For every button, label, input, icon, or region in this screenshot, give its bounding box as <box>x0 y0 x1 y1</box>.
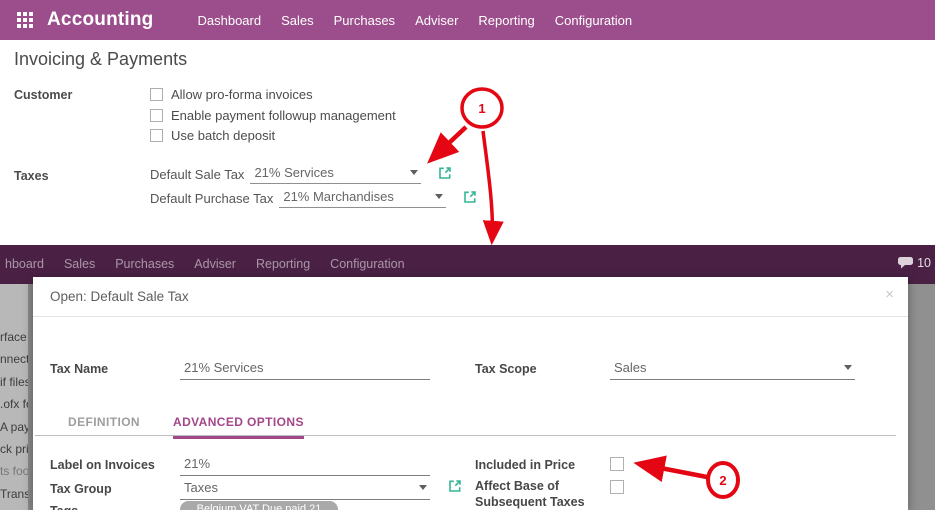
customer-section-label: Customer <box>14 88 72 102</box>
annotation-arrow-to-dialog <box>483 131 492 240</box>
nav-configuration[interactable]: Configuration <box>330 257 404 271</box>
chevron-down-icon[interactable] <box>410 170 418 175</box>
included-in-price-checkbox[interactable] <box>610 457 624 471</box>
batch-deposit-checkbox[interactable] <box>150 129 163 142</box>
label-on-invoices-label: Label on Invoices <box>50 458 155 472</box>
annotation-arrow-to-external-link <box>432 127 466 159</box>
external-link-icon[interactable] <box>463 190 477 207</box>
default-purchase-tax-label: Default Purchase Tax <box>150 191 273 206</box>
payment-followup-checkbox[interactable] <box>150 109 163 122</box>
tax-group-select[interactable]: Taxes <box>180 479 430 499</box>
tax-scope-select[interactable]: Sales <box>610 359 855 379</box>
nav-sales[interactable]: Sales <box>64 257 95 271</box>
label-on-invoices-input[interactable]: 21% <box>180 455 430 475</box>
checkbox-row: Use batch deposit <box>150 128 275 143</box>
allow-proforma-checkbox[interactable] <box>150 88 163 101</box>
main-nav: Dashboard Sales Purchases Adviser Report… <box>198 13 633 28</box>
checkbox-row: Enable payment followup management <box>150 108 396 123</box>
taxes-section-label: Taxes <box>14 169 49 183</box>
affect-base-label-line1: Affect Base of <box>475 479 559 493</box>
nav-reporting[interactable]: Reporting <box>256 257 310 271</box>
affect-base-label-line2: Subsequent Taxes <box>475 495 585 509</box>
background-text-fragments: rface - nnecto if files .ofx fo A paym c… <box>0 284 28 510</box>
tabs-divider <box>35 435 896 436</box>
nav-reporting[interactable]: Reporting <box>478 13 534 28</box>
dimmed-background-screenshot: hboard Sales Purchases Adviser Reporting… <box>0 245 935 510</box>
screenshot-root: Accounting Dashboard Sales Purchases Adv… <box>0 0 935 510</box>
page-title: Invoicing & Payments <box>14 49 187 70</box>
dialog-title: Open: Default Sale Tax <box>50 289 189 304</box>
nav-configuration[interactable]: Configuration <box>555 13 632 28</box>
annotation-circle-1 <box>462 89 502 127</box>
chevron-down-icon[interactable] <box>419 485 427 490</box>
tax-scope-label: Tax Scope <box>475 362 537 376</box>
external-link-icon[interactable] <box>438 166 452 183</box>
nav-dashboard[interactable]: Dashboard <box>198 13 262 28</box>
allow-proforma-label: Allow pro-forma invoices <box>171 87 313 102</box>
close-icon[interactable]: × <box>885 286 894 303</box>
tax-name-input[interactable]: 21% Services <box>180 359 430 379</box>
checkbox-row: Allow pro-forma invoices <box>150 87 313 102</box>
default-sale-tax-select[interactable]: 21% Services <box>250 165 421 184</box>
tax-name-label: Tax Name <box>50 362 108 376</box>
tags-label: Tags <box>50 504 78 510</box>
nav-adviser[interactable]: Adviser <box>194 257 236 271</box>
tax-dialog: Open: Default Sale Tax × Tax Name 21% Se… <box>33 277 908 510</box>
included-in-price-label: Included in Price <box>475 458 575 472</box>
apps-grid-icon[interactable] <box>17 12 33 28</box>
chevron-down-icon[interactable] <box>435 194 443 199</box>
chevron-down-icon[interactable] <box>844 365 852 370</box>
default-purchase-tax-row: Default Purchase Tax 21% Marchandises <box>150 189 477 208</box>
nav-sales[interactable]: Sales <box>281 13 314 28</box>
default-sale-tax-label: Default Sale Tax <box>150 167 244 182</box>
dimmed-main-nav: hboard Sales Purchases Adviser Reporting… <box>5 257 405 271</box>
dialog-header: Open: Default Sale Tax × <box>33 277 908 317</box>
nav-adviser[interactable]: Adviser <box>415 13 458 28</box>
app-header: Accounting Dashboard Sales Purchases Adv… <box>0 0 935 40</box>
external-link-icon[interactable] <box>448 479 462 498</box>
nav-purchases[interactable]: Purchases <box>115 257 174 271</box>
chat-bubble-icon <box>898 257 913 269</box>
nav-purchases[interactable]: Purchases <box>334 13 395 28</box>
default-purchase-tax-select[interactable]: 21% Marchandises <box>279 189 446 208</box>
app-title: Accounting <box>47 9 154 31</box>
nav-dashboard-clipped[interactable]: hboard <box>5 257 44 271</box>
default-sale-tax-row: Default Sale Tax 21% Services <box>150 165 452 184</box>
tax-tag-pill[interactable]: Belgium VAT Due paid 21 <box>180 501 338 510</box>
messages-indicator[interactable]: 10 <box>898 256 931 270</box>
affect-base-checkbox[interactable] <box>610 480 624 494</box>
batch-deposit-label: Use batch deposit <box>171 128 275 143</box>
payment-followup-label: Enable payment followup management <box>171 108 396 123</box>
annotation-step-1: 1 <box>478 101 485 116</box>
tax-group-label: Tax Group <box>50 482 112 496</box>
messages-count: 10 <box>917 256 931 270</box>
